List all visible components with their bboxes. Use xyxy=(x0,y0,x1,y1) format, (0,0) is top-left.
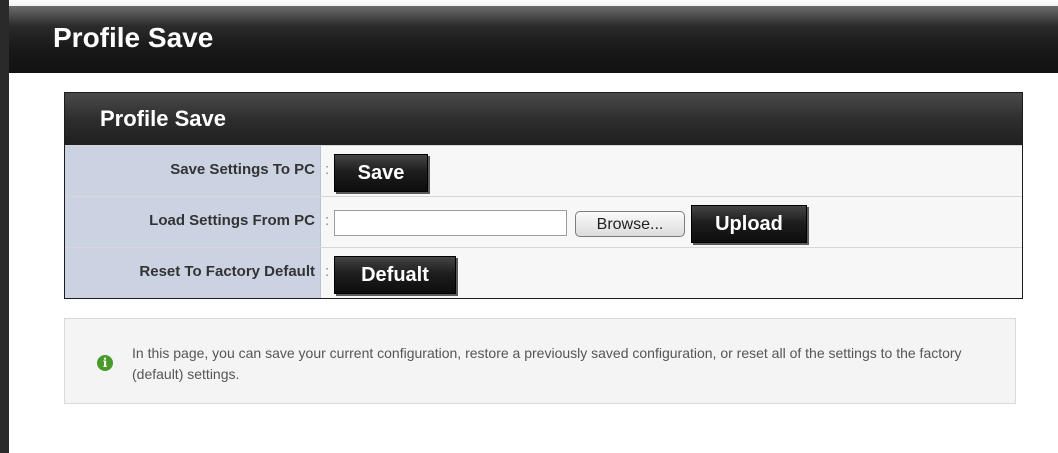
panel-title: Profile Save xyxy=(100,106,226,131)
info-text: In this page, you can save your current … xyxy=(132,345,962,382)
panel-header: Profile Save xyxy=(65,93,1022,145)
reset-default-row: Reset To Factory Default : Defualt xyxy=(65,247,1022,298)
row-separator: : xyxy=(325,212,330,229)
save-button[interactable]: Save xyxy=(334,154,428,192)
reset-default-label: Reset To Factory Default xyxy=(139,263,315,280)
save-settings-label: Save Settings To PC xyxy=(170,161,315,178)
load-settings-label-cell: Load Settings From PC xyxy=(65,197,321,247)
reset-default-label-cell: Reset To Factory Default xyxy=(65,248,321,298)
default-button[interactable]: Defualt xyxy=(334,256,456,294)
load-settings-label: Load Settings From PC xyxy=(149,212,315,229)
upload-button[interactable]: Upload xyxy=(691,205,807,243)
profile-save-panel: Profile Save Save Settings To PC : Save … xyxy=(64,92,1023,299)
save-settings-row: Save Settings To PC : Save xyxy=(65,145,1022,196)
info-icon: i xyxy=(97,355,113,371)
load-settings-row: Load Settings From PC : Browse... Upload xyxy=(65,196,1022,247)
left-rail xyxy=(0,0,9,453)
page-title: Profile Save xyxy=(53,22,214,53)
save-settings-label-cell: Save Settings To PC xyxy=(65,146,321,196)
info-box: i In this page, you can save your curren… xyxy=(64,318,1016,404)
file-path-input[interactable] xyxy=(334,210,567,236)
row-separator: : xyxy=(325,263,330,280)
row-separator: : xyxy=(325,161,330,178)
browse-button[interactable]: Browse... xyxy=(575,211,685,237)
page-header: Profile Save xyxy=(9,6,1058,73)
